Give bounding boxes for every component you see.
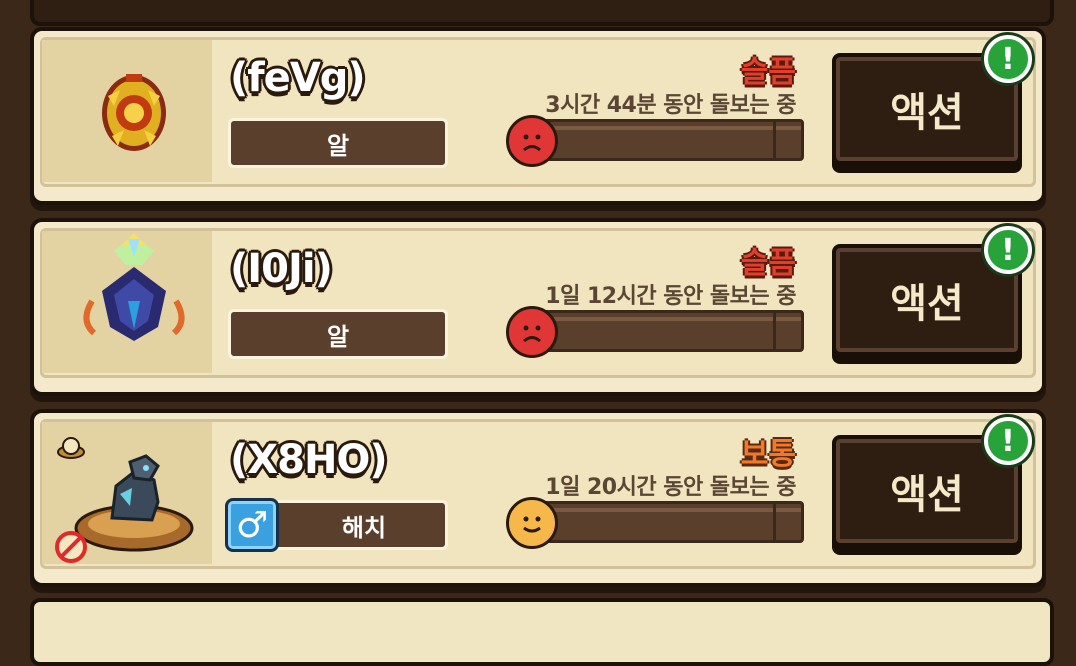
mood-bar-divider — [773, 504, 776, 540]
pet-icon-panel[interactable] — [42, 40, 212, 182]
neutral-face-icon — [506, 497, 558, 549]
pet-card: (I0Ji) 알 슬픔 1일 12시간 동안 돌보는 중 액션 ! — [30, 218, 1046, 396]
mood-label: 슬픔 — [740, 246, 796, 281]
pet-name: (I0Ji) — [230, 246, 333, 292]
care-time-text: 3시간 44분 동안 돌보는 중 — [545, 93, 796, 118]
care-time-text: 1일 12시간 동안 돌보는 중 — [545, 284, 796, 309]
mood-label: 슬픔 — [740, 55, 796, 90]
crystal-creature-icon — [83, 233, 185, 341]
pet-card: (X8HO) 해치 ♂ 보통 1일 20시간 동안 돌보는 중 액션 ! — [30, 409, 1046, 587]
male-icon[interactable]: ♂ — [225, 498, 279, 552]
notification-badge[interactable]: ! — [984, 417, 1032, 465]
previous-card-edge — [30, 0, 1054, 26]
mood-bar-divider — [773, 313, 776, 349]
sad-face-icon — [506, 115, 558, 167]
stage-pill: 알 — [228, 118, 448, 168]
golden-egg-icon — [102, 74, 166, 151]
care-time-text: 1일 20시간 동안 돌보는 중 — [545, 475, 796, 500]
notification-badge[interactable]: ! — [984, 35, 1032, 83]
pet-icon-panel[interactable] — [42, 422, 212, 564]
mood-bar — [520, 310, 804, 352]
stage-pill: 알 — [228, 309, 448, 359]
sad-face-icon — [506, 306, 558, 358]
pet-card: (feVg) 알 슬픔 3시간 44분 동안 돌보는 중 액션 ! — [30, 27, 1046, 205]
mood-label: 보통 — [740, 437, 796, 472]
mood-bar — [520, 501, 804, 543]
next-card-edge — [30, 598, 1054, 666]
mood-bar — [520, 119, 804, 161]
pet-name: (X8HO) — [230, 437, 388, 483]
pet-name: (feVg) — [230, 55, 366, 101]
no-care-icon — [55, 531, 87, 563]
notification-badge[interactable]: ! — [984, 226, 1032, 274]
mood-bar-divider — [773, 122, 776, 158]
pet-icon-panel[interactable] — [42, 231, 212, 373]
